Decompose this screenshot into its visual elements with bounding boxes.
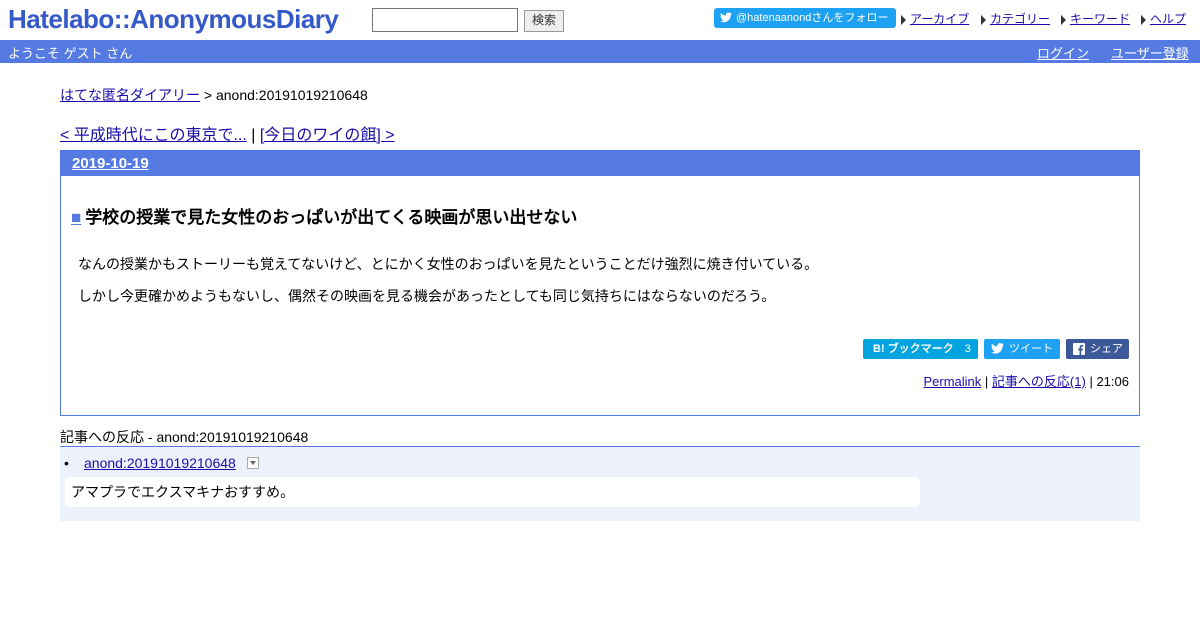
post-time: 21:06 (1096, 374, 1129, 389)
facebook-share-button[interactable]: シェア (1066, 339, 1129, 359)
article-reactions-link[interactable]: 記事への反応(1) (992, 374, 1086, 389)
reactions-list: • anond:20191019210648 アマプラでエクスマキナおすすめ。 (60, 446, 1140, 521)
article-date-link[interactable]: 2019-10-19 (72, 155, 149, 172)
register-link[interactable]: ユーザー登録 (1111, 43, 1189, 62)
next-entry-link[interactable]: [今日のワイの餌] > (260, 127, 395, 144)
twitter-icon (991, 343, 1004, 354)
article-title: ■ 学校の授業で見た女性のおっぱいが出てくる映画が思い出せない (71, 203, 577, 228)
tweet-button[interactable]: ツイート (984, 339, 1060, 359)
footer-separator: | (984, 374, 989, 389)
facebook-icon (1073, 343, 1085, 355)
search-input[interactable] (372, 8, 518, 32)
help-link[interactable]: ヘルプ (1150, 12, 1186, 26)
chevron-down-icon[interactable] (247, 457, 259, 469)
arrow-right-icon (981, 14, 986, 25)
user-bar: ようこそ ゲスト さん ログイン ユーザー登録 (0, 40, 1200, 63)
breadcrumb-current: anond:20191019210648 (215, 87, 368, 103)
article-footer: Permalink | 記事への反応(1) | 21:06 (923, 371, 1129, 390)
hatena-bookmark-label: B! ブックマーク (873, 343, 954, 355)
search-button[interactable]: 検索 (524, 10, 564, 32)
footer-separator: | (1089, 374, 1093, 389)
tweet-label: ツイート (1009, 343, 1053, 355)
list-bullet: • (64, 455, 69, 471)
breadcrumb-separator: > (203, 87, 213, 103)
article-title-text: 学校の授業で見た女性のおっぱいが出てくる映画が思い出せない (85, 208, 578, 227)
article-date-bar: 2019-10-19 (61, 151, 1139, 176)
login-link[interactable]: ログイン (1037, 43, 1089, 62)
breadcrumb-home-link[interactable]: はてな匿名ダイアリー (60, 87, 200, 103)
title-marker-link[interactable]: ■ (71, 208, 81, 227)
reactions-heading: 記事への反応 - anond:20191019210648 (60, 429, 309, 445)
hatena-bookmark-button[interactable]: B! ブックマーク 3 (863, 339, 978, 359)
facebook-share-label: シェア (1090, 343, 1123, 355)
twitter-follow-button[interactable]: @hatenaanondさんをフォロー (714, 8, 896, 28)
category-nav: カテゴリー (981, 10, 1050, 27)
arrow-right-icon (1141, 14, 1146, 25)
reaction-body: アマプラでエクスマキナおすすめ。 (65, 477, 920, 507)
site-logo[interactable]: Hatelabo::AnonymousDiary (8, 4, 339, 35)
header: Hatelabo::AnonymousDiary 検索 @hatenaanond… (0, 0, 1200, 40)
permalink-link[interactable]: Permalink (923, 374, 981, 389)
keyword-link[interactable]: キーワード (1070, 12, 1130, 26)
twitter-icon (720, 12, 732, 23)
arrow-right-icon (901, 14, 906, 25)
category-link[interactable]: カテゴリー (990, 12, 1050, 26)
breadcrumb: はてな匿名ダイアリー > anond:20191019210648 (60, 85, 368, 105)
prev-entry-link[interactable]: < 平成時代にこの東京で... (60, 127, 247, 144)
archive-link[interactable]: アーカイブ (910, 12, 969, 26)
reaction-entry-link[interactable]: anond:20191019210648 (84, 455, 236, 471)
article: 2019-10-19 ■ 学校の授業で見た女性のおっぱいが出てくる映画が思い出せな… (60, 150, 1140, 416)
bookmark-count: 3 (964, 343, 971, 355)
arrow-right-icon (1061, 14, 1066, 25)
nav-separator: | (251, 127, 256, 144)
article-paragraph: しかし今更確かめようもないし、偶然その映画を見る機会があったとしても同じ気持ちに… (78, 288, 776, 304)
twitter-follow-label: @hatenaanondさんをフォロー (736, 12, 889, 24)
archive-nav: アーカイブ (901, 10, 969, 27)
entry-navigation: < 平成時代にこの東京で... | [今日のワイの餌] > (60, 121, 395, 145)
welcome-text: ようこそ ゲスト さん (8, 46, 133, 61)
help-nav: ヘルプ (1141, 10, 1186, 27)
keyword-nav: キーワード (1061, 10, 1130, 27)
article-paragraph: なんの授業かもストーリーも覚えてないけど、とにかく女性のおっぱいを見たということ… (78, 256, 819, 272)
